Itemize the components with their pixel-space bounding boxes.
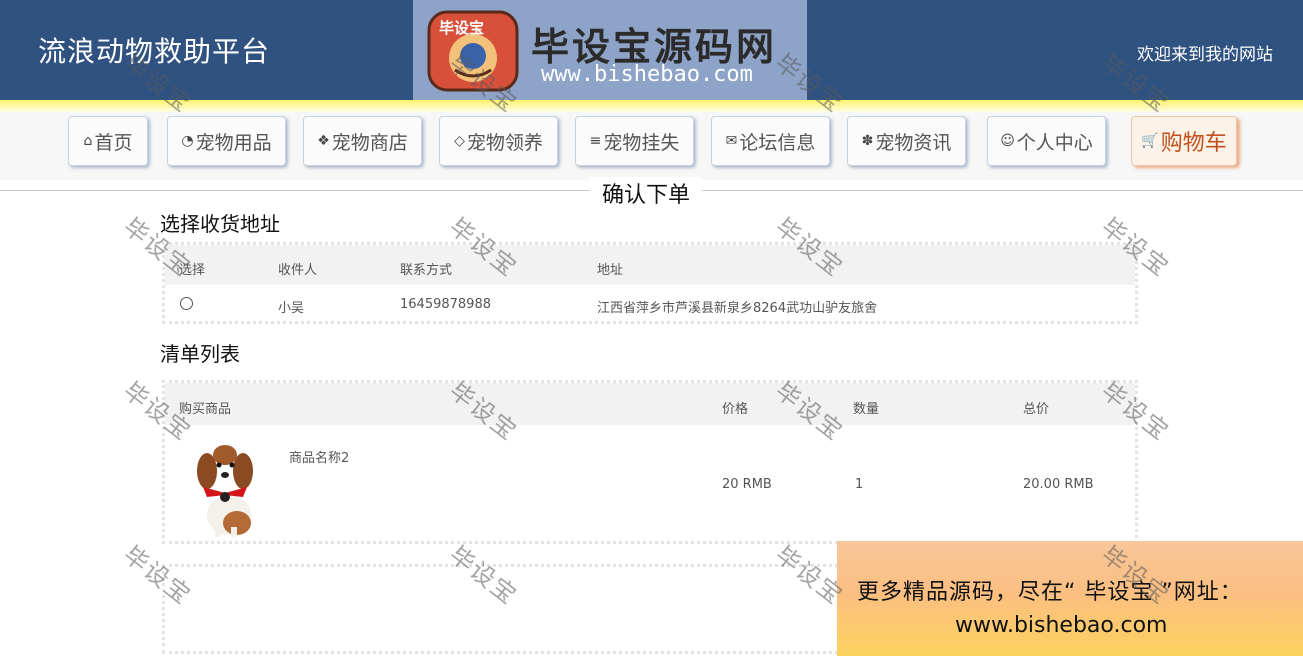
nav-home[interactable]: ⌂ 首页 [68,116,148,166]
main-nav: ⌂ 首页 ◔ 宠物用品 ❖ 宠物商店 ◇ 宠物领养 ≡ 宠物挂失 ✉ 论坛信息 … [0,112,1303,180]
col-header-select: 选择 [179,263,206,278]
product-name: 商品名称2 [289,451,350,466]
order-table: 购买商品 价格 数量 总价 商品名称2 20 RMB 1 20.00 RMB [162,380,1138,544]
nav-label: 论坛信息 [739,131,816,154]
nav-pet-adoption[interactable]: ◇ 宠物领养 [439,116,558,166]
nav-label: 宠物资讯 [875,131,952,154]
recipient-phone: 16459878988 [400,297,491,312]
logo-badge-text: 毕设宝 [439,19,485,37]
nav-pet-news[interactable]: ✽ 宠物资讯 [847,116,966,166]
col-header-address: 地址 [597,263,624,278]
table-row: 商品名称2 20 RMB 1 20.00 RMB [165,425,1135,541]
order-table-header [165,383,1135,425]
nav-pet-shop[interactable]: ❖ 宠物商店 [303,116,422,166]
layers-icon: ❖ [317,133,330,149]
cart-icon: 🛒 [1141,133,1159,149]
nav-label: 个人中心 [1016,131,1093,154]
nav-label: 宠物商店 [331,131,408,154]
product-quantity: 1 [855,477,864,492]
nav-personal-center[interactable]: ☺ 个人中心 [987,116,1106,166]
site-header: 流浪动物救助平台 毕设宝 毕设宝源码网 www.bishebao.com 欢迎来… [0,0,1303,100]
address-radio[interactable] [180,297,193,310]
forum-icon: ✉ [725,133,738,149]
welcome-text: 欢迎来到我的网站 [1137,45,1273,65]
address-section-title: 选择收货地址 [160,212,280,236]
nav-pet-lost[interactable]: ≡ 宠物挂失 [575,116,694,166]
logo-url: www.bishebao.com [541,62,753,87]
product-total: 20.00 RMB [1023,477,1094,492]
nav-label: 宠物挂失 [603,131,680,154]
promo-text: 更多精品源码，尽在“ 毕设宝 ”网址： [857,580,1243,605]
nav-cart[interactable]: 🛒 购物车 [1131,116,1237,166]
nav-label: 宠物用品 [195,131,272,154]
snowflake-icon: ✽ [861,133,874,149]
site-title: 流浪动物救助平台 [38,35,271,68]
product-price: 20 RMB [722,477,772,492]
user-icon: ☺ [1000,133,1015,149]
col-header-price: 价格 [722,402,749,417]
logo-watermark: 毕设宝 毕设宝源码网 www.bishebao.com [413,0,807,100]
nav-label: 购物车 [1160,131,1227,156]
recipient-name: 小吴 [278,301,305,316]
col-header-recipient: 收件人 [278,263,318,278]
home-icon: ⌂ [83,133,93,149]
promo-url[interactable]: www.bishebao.com [955,613,1167,638]
nav-pet-supplies[interactable]: ◔ 宠物用品 [167,116,286,166]
nav-label: 宠物领养 [466,131,543,154]
tag-icon: ◇ [454,133,465,149]
product-image [197,445,253,537]
promo-banner: 更多精品源码，尽在“ 毕设宝 ”网址： www.bishebao.com [837,541,1303,656]
col-header-product: 购买商品 [179,402,232,417]
sliders-icon: ≡ [589,133,602,149]
order-section-title: 清单列表 [160,342,240,366]
nav-forum[interactable]: ✉ 论坛信息 [711,116,830,166]
palette-icon: ◔ [181,133,194,149]
nav-label: 首页 [94,131,133,154]
page-title: 确认下单 [590,177,703,209]
col-header-quantity: 数量 [853,402,880,417]
col-header-contact: 联系方式 [400,263,453,278]
recipient-address: 江西省萍乡市芦溪县新泉乡8264武功山驴友旅舍 [597,301,878,316]
col-header-total: 总价 [1023,402,1050,417]
address-table: 选择 收件人 联系方式 地址 小吴 16459878988 江西省萍乡市芦溪县新… [162,242,1138,324]
